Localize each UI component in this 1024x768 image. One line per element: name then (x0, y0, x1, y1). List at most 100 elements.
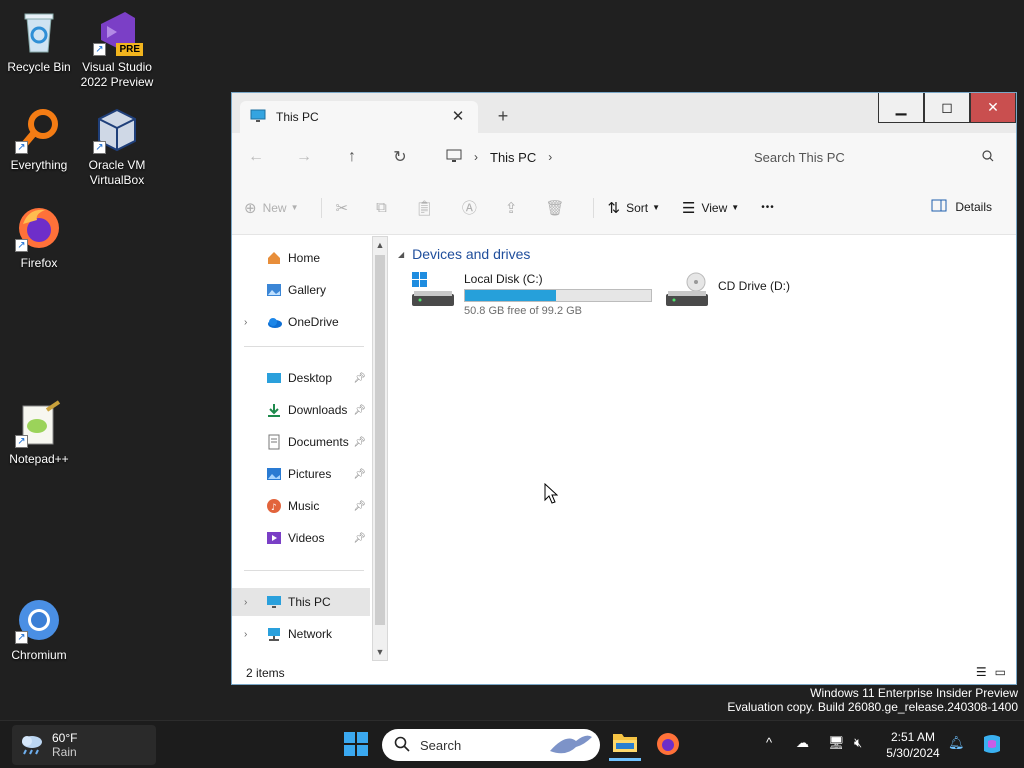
nav-item-documents[interactable]: Documents 📌︎ (232, 428, 370, 456)
forward-arrow-icon[interactable]: → (280, 148, 328, 166)
sort-label: Sort (626, 200, 649, 215)
scroll-up-arrow-icon[interactable]: ▲ (373, 237, 387, 253)
content-pane: ◢ Devices and drives Local Disk (C:) 50.… (390, 236, 1016, 661)
copilot-icon[interactable] (980, 733, 1004, 758)
desktop-icon-visual-studio[interactable]: ↗ PRE Visual Studio 2022 Preview (78, 8, 156, 90)
onedrive-offline-icon[interactable]: ☁ (796, 735, 809, 751)
title-bar[interactable]: This PC ✕ + ▁ ◻ ✕ (232, 93, 1016, 133)
copy-icon: ⧉ (376, 199, 387, 216)
cut-button[interactable]: ✂ (336, 199, 355, 217)
collapse-triangle-icon[interactable]: ◢ (398, 250, 404, 259)
new-button[interactable]: ⊕ New ▼ (244, 199, 299, 217)
pictures-icon (266, 466, 282, 482)
desktop-icon-chromium[interactable]: ↗ Chromium (0, 596, 78, 663)
scroll-down-arrow-icon[interactable]: ▼ (373, 644, 387, 660)
desktop-icon-recycle-bin[interactable]: Recycle Bin (0, 8, 78, 75)
taskbar-file-explorer[interactable] (609, 729, 641, 761)
nav-item-downloads[interactable]: Downloads 📌︎ (232, 396, 370, 424)
pin-icon[interactable]: 📌︎ (353, 533, 366, 544)
weather-temperature: 60°F (52, 731, 78, 745)
breadcrumb-this-pc[interactable]: This PC (490, 150, 536, 165)
pin-icon[interactable]: 📌︎ (353, 437, 366, 448)
nav-label: Documents (288, 435, 349, 449)
search-placeholder: Search This PC (754, 149, 845, 165)
document-icon (266, 434, 282, 450)
pin-icon[interactable]: 📌︎ (353, 373, 366, 384)
onedrive-cloud-icon (266, 314, 282, 330)
volume-muted-icon[interactable]: 🔇︎ (854, 735, 862, 751)
nav-item-videos[interactable]: Videos 📌︎ (232, 524, 370, 552)
nav-item-this-pc[interactable]: › This PC (232, 588, 370, 616)
desktop-icon-everything[interactable]: ↗ Everything (0, 106, 78, 173)
start-button[interactable] (340, 729, 372, 761)
show-hidden-icons-chevron-icon[interactable]: ^ (766, 735, 772, 750)
new-tab-button[interactable]: + (492, 105, 514, 127)
copy-button[interactable]: ⧉ (376, 199, 393, 216)
close-tab-icon[interactable]: ✕ (448, 107, 468, 127)
nav-label: Gallery (288, 283, 327, 297)
nav-item-gallery[interactable]: Gallery (232, 276, 370, 304)
network-icon[interactable]: 🖥︎ (828, 735, 845, 751)
item-count: 2 items (246, 666, 285, 680)
nav-item-network[interactable]: › Network (232, 620, 370, 648)
desktop-icon-virtualbox[interactable]: ↗ Oracle VM VirtualBox (78, 106, 156, 188)
minimize-button[interactable]: ▁ (878, 93, 924, 123)
nav-item-music[interactable]: ♪ Music 📌︎ (232, 492, 370, 520)
chevron-right-icon[interactable]: › (244, 317, 247, 328)
desktop-icon-notepad-plus-plus[interactable]: ↗ Notepad++ (0, 400, 78, 467)
paste-button[interactable]: 📋︎ (415, 199, 440, 217)
drive-local-disk-c[interactable]: Local Disk (C:) 50.8 GB free of 99.2 GB (412, 272, 652, 317)
rename-button[interactable]: Ⓐ (462, 197, 483, 218)
search-highlight-bird-icon (546, 731, 594, 762)
pin-icon[interactable]: 📌︎ (353, 501, 366, 512)
music-note-icon: ♪ (266, 498, 282, 514)
delete-button[interactable]: 🗑︎ (545, 199, 570, 217)
weather-widget[interactable]: 60°F Rain (12, 725, 156, 765)
pin-icon[interactable]: 📌︎ (353, 469, 366, 480)
nav-item-pictures[interactable]: Pictures 📌︎ (232, 460, 370, 488)
details-view-icon[interactable]: ☰ (976, 665, 987, 679)
up-arrow-icon[interactable]: ↑ (328, 148, 376, 166)
minimize-icon: ▁ (895, 99, 907, 115)
desktop-icon-label: Visual Studio 2022 Preview (80, 60, 154, 89)
refresh-icon[interactable]: ↻ (376, 147, 424, 167)
close-window-button[interactable]: ✕ (970, 93, 1016, 123)
drive-cd-drive-d[interactable]: CD Drive (D:) (666, 272, 790, 311)
status-bar: 2 items ☰ ▭ (232, 661, 1016, 685)
more-options-icon: ••• (761, 202, 775, 213)
back-arrow-icon[interactable]: ← (232, 148, 280, 166)
firefox-icon (656, 732, 680, 759)
divider (320, 197, 322, 218)
address-bar[interactable]: › This PC › (438, 141, 738, 173)
nav-item-onedrive[interactable]: › OneDrive (232, 308, 370, 336)
tiles-view-icon[interactable]: ▭ (995, 665, 1006, 679)
clock[interactable]: 2:51 AM 5/30/2024 (884, 729, 942, 761)
shortcut-arrow-icon: ↗ (15, 239, 28, 252)
nav-item-home[interactable]: Home (232, 244, 370, 272)
more-options-button[interactable]: ••• (761, 202, 775, 213)
watermark-line-2: Evaluation copy. Build 26080.ge_release.… (727, 700, 1018, 714)
nav-item-desktop[interactable]: Desktop 📌︎ (232, 364, 370, 392)
chevron-right-icon[interactable]: › (244, 629, 247, 640)
view-button[interactable]: ☰ View ▼ (682, 199, 739, 217)
taskbar-firefox[interactable] (652, 729, 684, 761)
devices-drives-group-header[interactable]: ◢ Devices and drives (398, 246, 530, 262)
nav-label: Pictures (288, 467, 332, 481)
taskbar-search-box[interactable]: Search (382, 729, 600, 761)
search-box[interactable]: Search This PC (742, 141, 1006, 173)
nav-pane-scrollbar[interactable]: ▲ ▼ (372, 236, 388, 661)
share-button[interactable]: ⇪ (505, 199, 524, 217)
shortcut-arrow-icon: ↗ (15, 631, 28, 644)
chevron-right-icon[interactable]: › (244, 597, 247, 608)
rename-icon: Ⓐ (461, 200, 477, 217)
tab-this-pc[interactable]: This PC ✕ (240, 101, 478, 133)
sort-button[interactable]: ⇅ Sort ▼ (608, 199, 661, 217)
details-button[interactable]: Details (931, 199, 992, 215)
scrollbar-thumb[interactable] (375, 255, 385, 625)
desktop-icon-firefox[interactable]: ↗ Firefox (0, 204, 78, 271)
notification-bell-icon[interactable]: 🔔︎ (948, 735, 965, 751)
chevron-right-icon[interactable]: › (548, 150, 552, 164)
pin-icon[interactable]: 📌︎ (353, 405, 366, 416)
maximize-button[interactable]: ◻ (924, 93, 970, 123)
view-icon: ☰ (682, 199, 696, 217)
